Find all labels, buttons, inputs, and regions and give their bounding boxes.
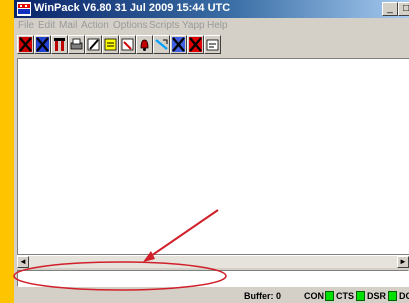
dsr-indicator xyxy=(388,291,397,301)
bell-icon xyxy=(140,39,149,51)
terminal-output-area[interactable] xyxy=(17,58,409,255)
edit-pen-button[interactable] xyxy=(85,35,102,54)
cts-label: CTS xyxy=(336,291,354,301)
dsr-label: DSR xyxy=(367,291,387,301)
cancel-x-button[interactable] xyxy=(170,35,187,54)
menu-mail[interactable]: Mail xyxy=(59,20,77,31)
command-input[interactable] xyxy=(17,270,409,287)
connect-x-icon xyxy=(36,37,49,52)
mailbox-button[interactable] xyxy=(51,35,68,54)
cancel-x-icon xyxy=(172,37,185,52)
restore-button[interactable]: □ xyxy=(398,2,409,16)
write-pad-icon xyxy=(206,39,219,51)
minimize-button[interactable]: _ xyxy=(382,2,398,16)
winpack-app-icon xyxy=(17,2,31,16)
edit-pen-icon xyxy=(87,38,100,51)
write-pad-button[interactable] xyxy=(204,35,221,54)
note-button[interactable] xyxy=(102,35,119,54)
menu-options[interactable]: Options xyxy=(113,20,147,31)
menu-action[interactable]: Action xyxy=(81,20,109,31)
disconnect-x-icon xyxy=(19,37,32,52)
dcd-label: DCD xyxy=(399,291,409,301)
menu-edit[interactable]: Edit xyxy=(38,20,55,31)
abort-x-icon xyxy=(189,37,202,52)
status-bar: Buffer: 0 CON CTS DSR DCD xyxy=(14,289,409,303)
menu-scripts[interactable]: Scripts xyxy=(149,20,180,31)
printer-icon xyxy=(70,38,83,50)
scroll-right-button[interactable]: ► xyxy=(397,256,409,268)
compose-button[interactable] xyxy=(119,35,136,54)
disconnect-x-button[interactable] xyxy=(17,35,34,54)
menu-yapp[interactable]: Yapp xyxy=(182,20,205,31)
mailbox-icon xyxy=(54,38,65,51)
scroll-left-button[interactable]: ◄ xyxy=(17,256,29,268)
connect-x-button[interactable] xyxy=(34,35,51,54)
cts-indicator xyxy=(356,291,365,301)
con-label: CON xyxy=(304,291,324,301)
toolbar xyxy=(17,35,407,57)
window-title: WinPack V6.80 31 Jul 2009 15:44 UTC xyxy=(34,2,231,14)
compose-icon xyxy=(121,38,134,51)
signal-button[interactable] xyxy=(153,35,170,54)
note-icon xyxy=(104,38,117,51)
title-bar[interactable]: WinPack V6.80 31 Jul 2009 15:44 UTC _ □ xyxy=(14,0,409,18)
menu-file[interactable]: File xyxy=(18,20,34,31)
winpack-window: WinPack V6.80 31 Jul 2009 15:44 UTC _ □ … xyxy=(14,0,409,303)
printer-button[interactable] xyxy=(68,35,85,54)
horizontal-scrollbar[interactable]: ◄ ► xyxy=(17,255,409,268)
abort-x-button[interactable] xyxy=(187,35,204,54)
menu-help[interactable]: Help xyxy=(207,20,228,31)
menu-bar: File Edit Mail Action Options Scripts Ya… xyxy=(14,18,409,34)
buffer-status: Buffer: 0 xyxy=(244,291,282,301)
bell-button[interactable] xyxy=(136,35,153,54)
signal-icon xyxy=(155,39,168,50)
con-indicator xyxy=(325,291,334,301)
